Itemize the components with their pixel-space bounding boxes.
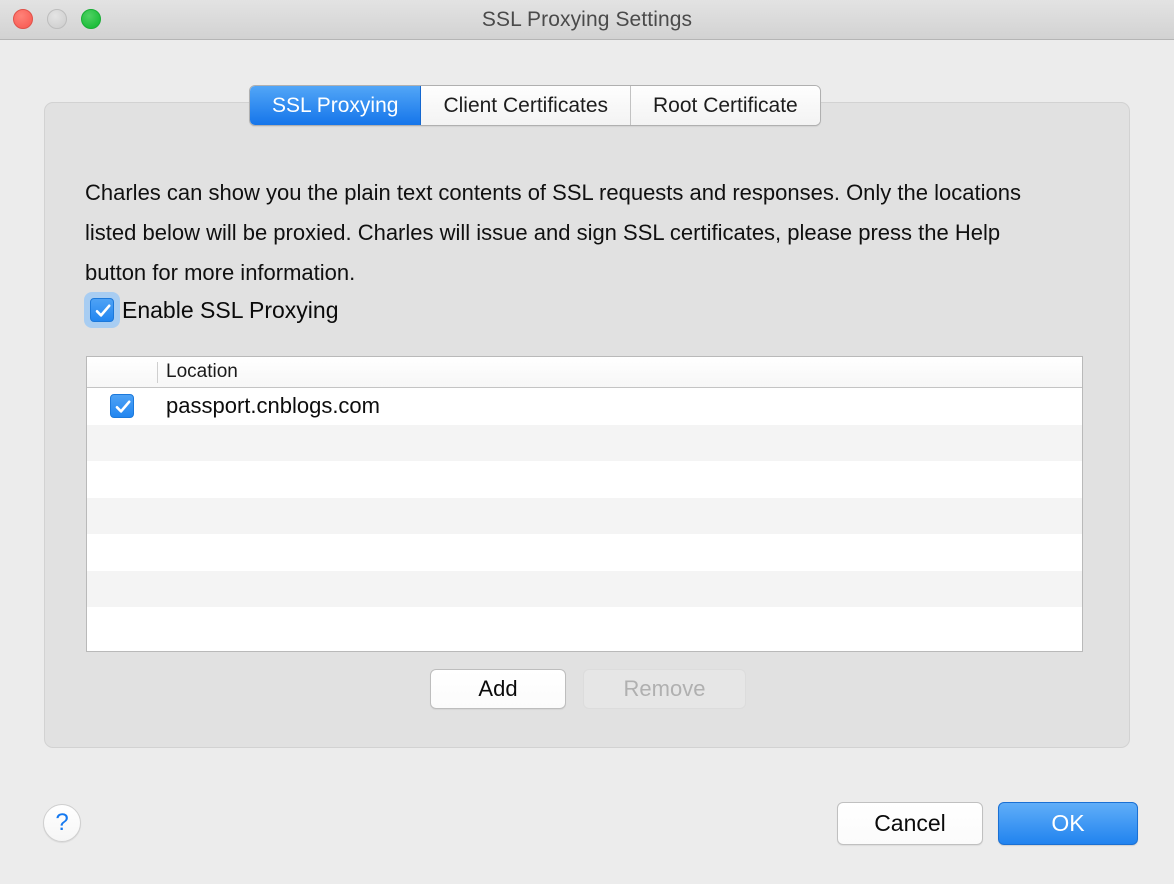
table-row-empty[interactable]: [87, 607, 1082, 644]
enable-ssl-proxying-checkbox[interactable]: [90, 298, 114, 322]
enable-ssl-proxying-label: Enable SSL Proxying: [122, 297, 339, 323]
tab-root-certificate[interactable]: Root Certificate: [631, 86, 820, 125]
help-button[interactable]: ?: [43, 804, 81, 842]
column-divider: [157, 362, 158, 383]
row-location-label: passport.cnblogs.com: [166, 393, 380, 419]
window-title: SSL Proxying Settings: [481, 8, 693, 31]
tab-client-certificates[interactable]: Client Certificates: [421, 86, 632, 125]
row-checkbox-cell[interactable]: [87, 394, 157, 419]
table-header: Location: [87, 357, 1082, 388]
column-header-location[interactable]: Location: [166, 357, 238, 387]
enable-ssl-proxying-row[interactable]: Enable SSL Proxying: [84, 292, 339, 328]
panel-description: Charles can show you the plain text cont…: [85, 180, 1021, 285]
tab-bar: SSL Proxying Client Certificates Root Ce…: [249, 85, 821, 126]
checkmark-icon: [95, 304, 111, 317]
row-enabled-checkbox[interactable]: [110, 394, 134, 419]
table-row-empty[interactable]: [87, 424, 1082, 461]
table-row-empty[interactable]: [87, 497, 1082, 534]
tab-ssl-proxying[interactable]: SSL Proxying: [250, 86, 422, 125]
add-button[interactable]: Add: [430, 669, 566, 709]
checkmark-icon: [115, 400, 131, 413]
ok-button[interactable]: OK: [998, 802, 1138, 845]
remove-button: Remove: [583, 669, 746, 709]
cancel-button[interactable]: Cancel: [837, 802, 983, 845]
focus-ring: [84, 292, 120, 328]
table-row-empty[interactable]: [87, 461, 1082, 498]
window-titlebar: SSL Proxying Settings: [0, 0, 1174, 40]
table-row[interactable]: passport.cnblogs.com: [87, 388, 1082, 425]
locations-table[interactable]: Location passport.cnblogs.com: [86, 356, 1083, 652]
table-row-empty[interactable]: [87, 534, 1082, 571]
table-row-empty[interactable]: [87, 570, 1082, 607]
